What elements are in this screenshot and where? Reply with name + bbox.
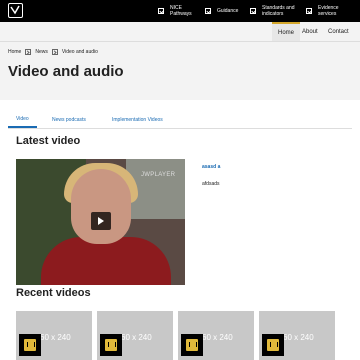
secnav-about[interactable]: About — [302, 22, 318, 41]
tab-implementation-videos[interactable]: Implementation Videos — [112, 112, 163, 128]
main-content: Video News podcasts Implementation Video… — [0, 100, 360, 360]
breadcrumb-home[interactable]: Home — [8, 49, 21, 55]
placeholder-label: 60 x 240 — [283, 333, 314, 342]
nav-label: NICE Pathways — [170, 5, 192, 17]
nice-logo-icon — [262, 334, 284, 356]
recent-video-thumbnail[interactable]: 60 x 240 — [97, 311, 173, 360]
secnav-home[interactable]: Home — [272, 22, 301, 41]
nav-label: Evidence services — [318, 5, 339, 17]
latest-video-heading: Latest video — [16, 135, 81, 147]
tab-video[interactable]: Video — [8, 112, 37, 128]
video-frame-person-body — [41, 237, 171, 285]
placeholder-label: 60 x 240 — [40, 333, 71, 342]
chevron-box-icon — [205, 8, 211, 14]
play-icon — [98, 217, 104, 225]
chevron-box-icon — [306, 8, 312, 14]
play-button[interactable] — [91, 212, 111, 230]
video-player[interactable]: JWPLAYER — [16, 159, 185, 285]
video-description: afdsads — [202, 181, 220, 187]
recent-video-thumbnail[interactable]: 60 x 240 — [16, 311, 92, 360]
chevron-box-icon — [158, 8, 164, 14]
video-title-link[interactable]: asasd a — [202, 164, 220, 170]
breadcrumb-news[interactable]: News — [35, 49, 48, 55]
nav-standards-indicators[interactable]: Standards and indicators — [250, 0, 302, 22]
chevron-right-icon — [51, 49, 58, 55]
recent-videos-heading: Recent videos — [16, 287, 91, 299]
nice-logo-icon[interactable] — [8, 3, 23, 18]
secnav-contact[interactable]: Contact — [328, 22, 349, 41]
nice-logo-icon — [100, 334, 122, 356]
nav-nice-pathways[interactable]: NICE Pathways — [158, 0, 192, 22]
secondary-navigation: Home About Contact — [0, 22, 360, 41]
placeholder-label: 60 x 240 — [121, 333, 152, 342]
chevron-box-icon — [250, 8, 256, 14]
recent-video-thumbnail[interactable]: 60 x 240 — [178, 311, 254, 360]
nav-evidence-services[interactable]: Evidence services — [306, 0, 344, 22]
divider — [0, 41, 360, 42]
player-watermark: JWPLAYER — [141, 172, 176, 178]
nav-label: Guidance — [217, 8, 239, 14]
breadcrumb: Home News Video and audio — [8, 48, 98, 56]
breadcrumb-current: Video and audio — [61, 49, 98, 55]
nav-guidance[interactable]: Guidance — [205, 0, 238, 22]
page-title: Video and audio — [8, 63, 124, 80]
placeholder-label: 60 x 240 — [202, 333, 233, 342]
tab-news-podcasts[interactable]: News podcasts — [52, 112, 86, 128]
chevron-right-icon — [25, 49, 32, 55]
recent-video-thumbnail[interactable]: 60 x 240 — [259, 311, 335, 360]
nice-logo-icon — [19, 334, 41, 356]
nav-label: Standards and indicators — [262, 5, 295, 17]
nice-logo-icon — [181, 334, 203, 356]
top-navigation-bar: NICE Pathways Guidance Standards and ind… — [0, 0, 360, 22]
video-frame-person-face — [71, 169, 131, 244]
tabs-divider — [8, 128, 352, 129]
